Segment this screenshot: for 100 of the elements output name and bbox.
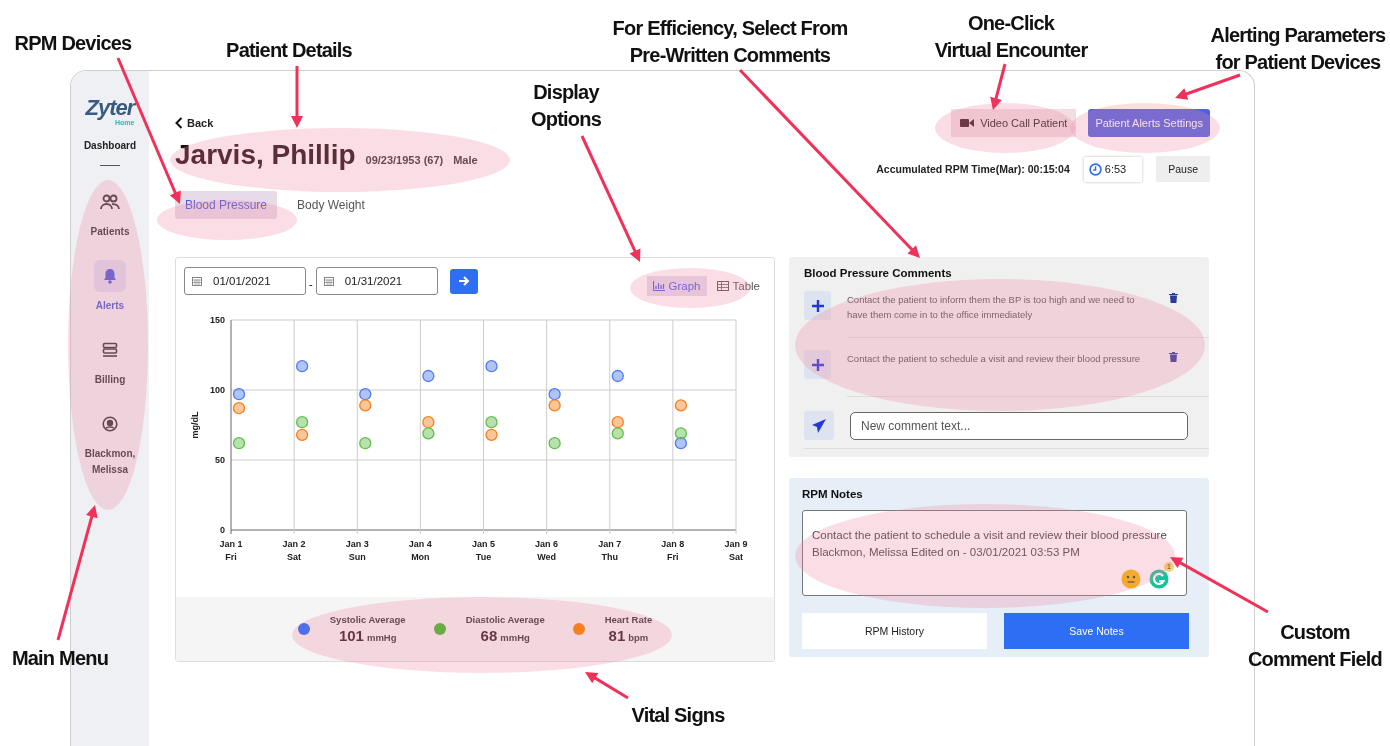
data-point	[422, 416, 435, 429]
data-point	[548, 399, 561, 412]
comment-input[interactable]: New comment text...	[850, 411, 1188, 440]
annotation-label: Display Options	[531, 80, 601, 132]
sidebar-item[interactable]: Blackmon, Melissa	[77, 408, 143, 478]
annotation-label: RPM Devices	[14, 31, 132, 56]
server-icon	[102, 342, 118, 358]
x-tick-label: Jan 8 Fri	[661, 539, 685, 562]
add-comment-button[interactable]	[804, 350, 831, 379]
annotation-label: One-Click Virtual Encounter	[934, 11, 1088, 63]
apply-button[interactable]	[449, 268, 478, 294]
stat-label: Systolic Average	[329, 614, 406, 625]
annotation-label: Custom Comment Field	[1247, 620, 1383, 672]
data-point	[485, 416, 498, 429]
patient-gender: Male	[453, 154, 478, 166]
patient-name: Jarvis, Phillip	[175, 139, 356, 171]
grammar-icon[interactable]	[1149, 569, 1169, 589]
paper-plane-icon	[812, 418, 826, 433]
alerts-settings-button[interactable]: Patient Alerts Settings	[1088, 109, 1210, 137]
trash-icon[interactable]	[1169, 352, 1178, 362]
data-point	[485, 360, 498, 373]
pause-button[interactable]: Pause	[1156, 156, 1210, 182]
x-tick-label: Jan 9 Sat	[724, 539, 748, 562]
data-point	[296, 360, 309, 373]
data-point	[548, 437, 561, 450]
data-point	[548, 388, 561, 401]
x-tick-label: Jan 6 Wed	[535, 539, 559, 562]
annotation-label: For Efficiency, Select From Pre-Written Comments	[612, 16, 848, 68]
annotation-label: Patient Details	[226, 38, 352, 63]
stat-label: Diastolic Average	[465, 614, 545, 625]
y-tick-label: 100	[209, 385, 225, 395]
stat-value: 68	[480, 627, 498, 644]
sidebar-item[interactable]: Patients	[77, 186, 143, 240]
data-point	[232, 437, 246, 450]
save-notes-button[interactable]: Save Notes	[1004, 613, 1189, 649]
calendar-icon	[192, 276, 202, 286]
stat-value: 101	[338, 627, 364, 644]
patient-dob: 09/23/1953 (67)	[365, 154, 444, 166]
date-field[interactable]: 01/01/2021	[184, 267, 306, 295]
stat-unit: mmHg	[500, 632, 530, 643]
data-point	[674, 427, 688, 440]
stat-value: 81	[608, 627, 626, 644]
annotation-arrow	[291, 66, 303, 128]
data-point	[296, 428, 309, 441]
data-point	[422, 369, 435, 383]
annotation-label: Vital Signs	[631, 703, 725, 728]
annotation-label: Main Menu	[11, 646, 109, 671]
bell-icon	[103, 268, 117, 284]
sidebar-item[interactable]: Billing	[77, 334, 143, 388]
data-point	[232, 402, 246, 415]
tab[interactable]: Body Weight	[287, 191, 375, 219]
y-tick-label: 0	[220, 525, 225, 535]
tab[interactable]: Blood Pressure	[175, 191, 278, 219]
annotation-arrow	[585, 672, 629, 700]
notes-title: RPM Notes	[802, 488, 864, 500]
video-camera-icon	[960, 118, 975, 128]
back-link[interactable]: Back	[175, 117, 478, 129]
data-point	[674, 437, 688, 450]
rpm-time-label: Accumulated RPM Time(Mar): 00:15:04	[876, 163, 1070, 175]
x-tick-label: Jan 1 Fri	[219, 539, 243, 562]
comment-text: Contact the patient to inform them the BP is too high and we need to have them come in to the office immediately	[847, 293, 1136, 322]
rpm-history-button[interactable]: RPM History	[802, 613, 987, 649]
stat-label: Heart Rate	[604, 614, 653, 625]
stat-unit: mmHg	[366, 632, 397, 643]
clock-icon	[1088, 162, 1102, 176]
plus-icon	[811, 358, 824, 371]
data-point	[296, 416, 309, 429]
comment-text: Contact the patient to schedule a visit and review their blood pressure	[847, 352, 1142, 366]
data-point	[611, 416, 624, 429]
data-point	[611, 427, 624, 440]
date-field[interactable]: 01/31/2021	[315, 267, 438, 295]
annotation-label: Alerting Parameters for Patient Devices	[1210, 23, 1386, 75]
user-circle-icon	[102, 416, 118, 432]
data-point	[359, 388, 372, 401]
arrow-right-icon	[457, 275, 470, 287]
data-point	[674, 399, 688, 412]
y-axis-label: mg/dL	[190, 411, 200, 439]
users-icon	[100, 194, 120, 210]
trash-icon[interactable]	[1169, 293, 1178, 303]
table-icon	[716, 281, 729, 291]
data-point	[359, 437, 372, 450]
chevron-left-icon	[175, 117, 183, 129]
view-toggle[interactable]: Table	[710, 276, 766, 296]
data-point	[485, 428, 498, 441]
y-tick-label: 50	[215, 455, 225, 465]
add-comment-button[interactable]	[804, 291, 831, 320]
timer-display: 6:53	[1083, 156, 1143, 182]
sidebar-item[interactable]: Alerts	[77, 260, 143, 314]
comments-title: Blood Pressure Comments	[804, 267, 953, 279]
x-tick-label: Jan 5 Tue	[472, 539, 495, 562]
x-tick-label: Jan 2 Sat	[282, 539, 306, 562]
date-separator: -	[309, 278, 313, 290]
video-call-button[interactable]: Video Call Patient	[951, 109, 1077, 137]
stat-unit: bpm	[628, 632, 649, 643]
annotation-arrow	[990, 63, 1007, 110]
data-point	[422, 427, 435, 440]
view-toggle[interactable]: Graph	[646, 276, 707, 296]
y-tick-label: 150	[209, 315, 225, 325]
dashboard-link[interactable]: Dashboard	[83, 140, 137, 151]
send-button[interactable]	[804, 411, 834, 440]
